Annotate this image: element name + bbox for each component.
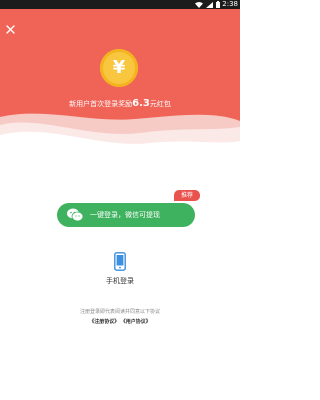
status-time: 2:38 [222, 0, 238, 8]
wifi-icon [195, 1, 203, 8]
cellular-icon [206, 1, 213, 8]
reward-prefix: 新用户首次登录奖励 [69, 100, 133, 108]
phone-login-label: 手机登录 [106, 277, 134, 285]
coin-symbol: ¥ [112, 57, 126, 78]
wechat-login-label: 一键登录，微信可提现 [90, 211, 160, 219]
close-button[interactable] [4, 23, 16, 35]
battery-icon [216, 1, 220, 8]
phone-icon [114, 252, 126, 271]
hero-banner: ¥ 新用户首次登录奖励6.3元红包 [0, 9, 240, 179]
reward-amount: 6.3 [132, 98, 150, 109]
register-agreement-link[interactable]: 《注册协议》 [89, 319, 119, 325]
recommend-badge: 推荐 [174, 190, 200, 201]
close-icon [5, 24, 15, 34]
coin-icon: ¥ [100, 49, 138, 87]
reward-suffix: 元红包 [149, 100, 171, 108]
hero-wave [0, 113, 240, 179]
wechat-icon [67, 208, 83, 222]
status-icons [195, 1, 220, 8]
reward-message: 新用户首次登录奖励6.3元红包 [0, 97, 240, 111]
agreement-links: 《注册协议》 《用户协议》 [0, 318, 240, 326]
wechat-login-button[interactable]: 一键登录，微信可提现 [57, 203, 195, 227]
agreement-note: 注册登录即代表阅读并同意以下协议 [79, 309, 160, 315]
phone-login-button[interactable]: 手机登录 [100, 250, 140, 290]
status-bar: 2:38 [0, 0, 240, 9]
user-agreement-link[interactable]: 《用户协议》 [123, 319, 151, 325]
wechat-login-area: 一键登录，微信可提现 推荐 [57, 190, 200, 227]
